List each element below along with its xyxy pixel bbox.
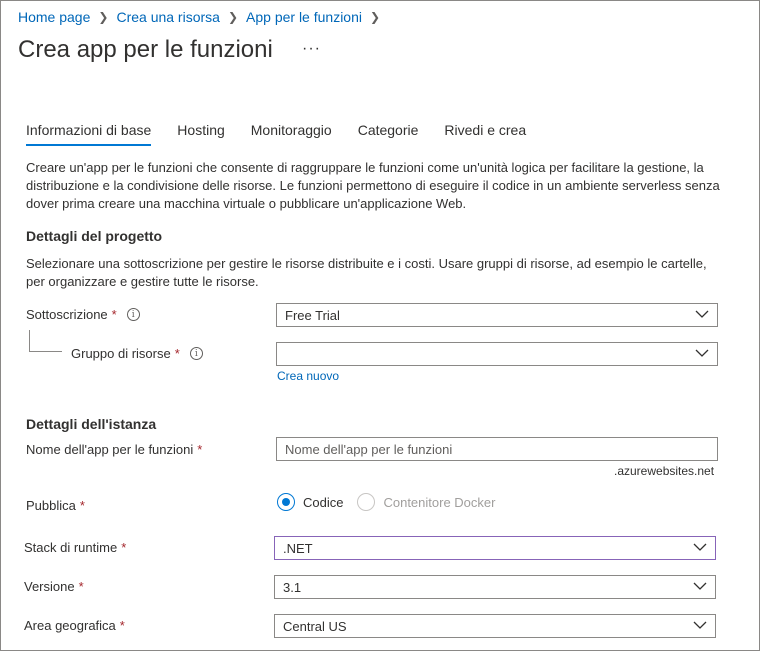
runtime-stack-label-text: Stack di runtime bbox=[24, 540, 118, 555]
chevron-right-icon: ❯ bbox=[98, 10, 109, 24]
breadcrumb: Home page ❯ Crea una risorsa ❯ App per l… bbox=[18, 9, 388, 25]
required-marker: * bbox=[119, 618, 125, 633]
required-marker: * bbox=[121, 540, 127, 555]
subscription-select[interactable]: Free Trial bbox=[276, 303, 718, 327]
version-label-text: Versione bbox=[24, 579, 75, 594]
tab-basics[interactable]: Informazioni di base bbox=[26, 122, 152, 146]
version-value: 3.1 bbox=[283, 579, 302, 595]
region-label: Area geografica * bbox=[24, 618, 125, 633]
domain-suffix: .azurewebsites.net bbox=[614, 464, 715, 478]
runtime-stack-label: Stack di runtime * bbox=[24, 540, 126, 555]
tab-bar: Informazioni di base Hosting Monitoraggi… bbox=[26, 122, 552, 146]
app-name-label: Nome dell'app per le funzioni * bbox=[26, 442, 202, 457]
breadcrumb-create-resource[interactable]: Crea una risorsa bbox=[116, 9, 220, 25]
runtime-stack-select[interactable]: .NET bbox=[274, 536, 716, 560]
chevron-down-icon bbox=[693, 621, 707, 629]
required-marker: * bbox=[111, 307, 117, 322]
tab-review-create[interactable]: Rivedi e crea bbox=[444, 122, 526, 146]
breadcrumb-function-app[interactable]: App per le funzioni bbox=[246, 9, 362, 25]
tab-monitoring[interactable]: Monitoraggio bbox=[251, 122, 332, 146]
publish-code-label[interactable]: Codice bbox=[303, 495, 343, 510]
chevron-down-icon bbox=[695, 349, 709, 357]
project-details-description: Selezionare una sottoscrizione per gesti… bbox=[26, 256, 707, 289]
required-marker: * bbox=[78, 579, 84, 594]
breadcrumb-home[interactable]: Home page bbox=[18, 9, 90, 25]
publish-radio-group: Codice Contenitore Docker bbox=[277, 493, 495, 511]
chevron-right-icon: ❯ bbox=[369, 10, 381, 24]
chevron-down-icon bbox=[693, 582, 707, 590]
subscription-label-text: Sottoscrizione bbox=[26, 307, 108, 322]
app-name-label-text: Nome dell'app per le funzioni bbox=[26, 442, 194, 457]
required-marker: * bbox=[197, 442, 203, 457]
info-icon[interactable]: i bbox=[126, 308, 140, 321]
tree-connector-vertical bbox=[29, 330, 30, 351]
required-marker: * bbox=[79, 498, 85, 513]
resource-group-select[interactable] bbox=[276, 342, 718, 366]
publish-docker-radio bbox=[357, 493, 376, 511]
create-new-link[interactable]: Crea nuovo bbox=[277, 369, 339, 383]
required-marker: * bbox=[174, 346, 180, 361]
region-label-text: Area geografica bbox=[24, 618, 116, 633]
version-select[interactable]: 3.1 bbox=[274, 575, 716, 599]
subscription-label: Sottoscrizione * i bbox=[26, 307, 140, 322]
resource-group-label-text: Gruppo di risorse bbox=[71, 346, 171, 361]
chevron-down-icon bbox=[695, 310, 709, 318]
more-options-button[interactable]: ··· bbox=[302, 40, 321, 58]
project-details-title: Dettagli del progetto bbox=[26, 228, 163, 244]
publish-docker-label: Contenitore Docker bbox=[383, 494, 496, 510]
publish-label: Pubblica * bbox=[26, 498, 85, 513]
chevron-down-icon bbox=[693, 543, 707, 551]
publish-label-text: Pubblica bbox=[26, 498, 76, 513]
chevron-right-icon: ❯ bbox=[227, 10, 239, 24]
region-value: Central US bbox=[283, 618, 347, 634]
subscription-value: Free Trial bbox=[285, 307, 340, 323]
region-select[interactable]: Central US bbox=[274, 614, 716, 638]
page-title: Crea app per le funzioni bbox=[18, 36, 273, 63]
instance-details-title: Dettagli dell'istanza bbox=[26, 416, 157, 432]
version-label: Versione * bbox=[24, 579, 84, 594]
runtime-stack-value: .NET bbox=[283, 540, 313, 556]
info-icon[interactable]: i bbox=[189, 347, 203, 360]
tab-tags[interactable]: Categorie bbox=[358, 122, 419, 146]
app-name-input[interactable] bbox=[276, 437, 718, 461]
intro-text: Creare un'app per le funzioni che consen… bbox=[26, 160, 720, 211]
resource-group-label: Gruppo di risorse * i bbox=[71, 346, 203, 361]
tab-hosting[interactable]: Hosting bbox=[177, 122, 224, 146]
tree-connector-horizontal bbox=[29, 351, 62, 352]
publish-code-radio[interactable] bbox=[277, 493, 295, 511]
